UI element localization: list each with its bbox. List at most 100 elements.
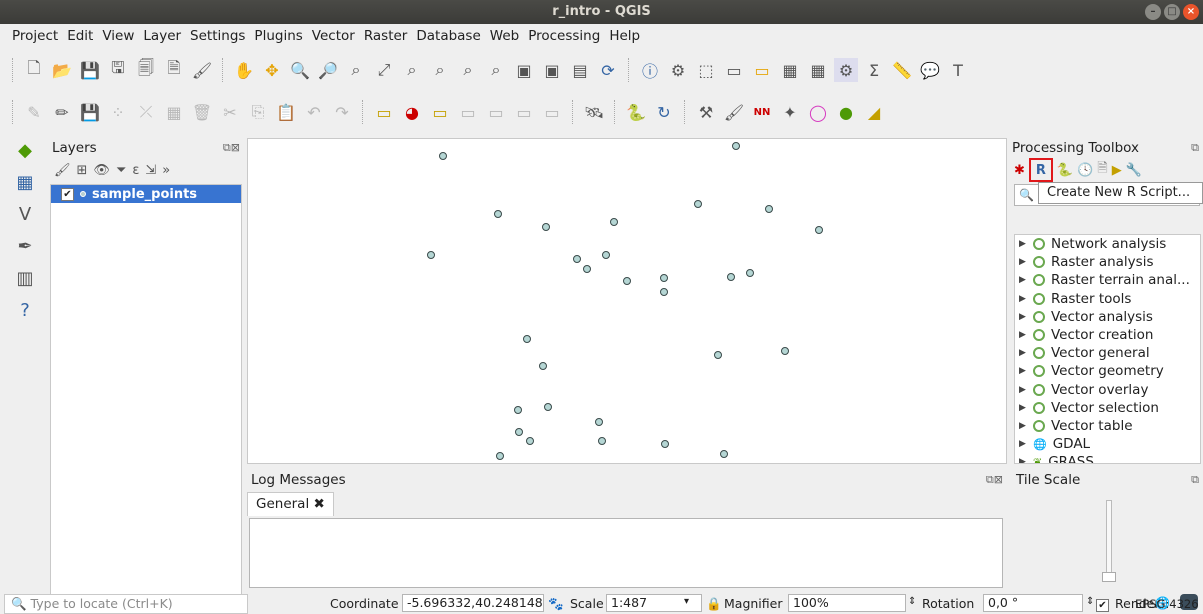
expand-arrow-icon[interactable]: ▶	[1019, 457, 1027, 463]
zoom-full-icon[interactable]: ⤢	[372, 58, 396, 82]
menu-view[interactable]: View	[102, 28, 134, 44]
identify-icon[interactable]: ⓘ	[638, 58, 662, 82]
tree-item[interactable]: ▶ Raster analysis	[1015, 253, 1200, 271]
field-calculator-icon[interactable]: ▦	[806, 58, 830, 82]
paste-icon[interactable]: 📋	[274, 100, 298, 124]
expand-arrow-icon[interactable]: ▶	[1019, 403, 1027, 413]
filter-expression-icon[interactable]: ε	[132, 163, 139, 178]
tree-item[interactable]: ▶ ❦ GRASS	[1015, 453, 1200, 463]
panel-float-icon[interactable]: ⧉	[1191, 138, 1199, 158]
expand-icon[interactable]: ⇲	[145, 163, 156, 178]
add-point-icon[interactable]: ⁘	[106, 100, 130, 124]
panel-float-close-icon[interactable]: ⧉⊠	[986, 470, 1003, 490]
toggle-editing-icon[interactable]: ✏	[50, 100, 74, 124]
style-icon[interactable]: 🖌	[54, 163, 71, 178]
layout-manager-icon[interactable]: 🗎	[162, 58, 186, 82]
plugin-circle-icon[interactable]: ●	[834, 100, 858, 124]
copy-icon[interactable]: ⎘	[246, 100, 270, 124]
modify-attributes-icon[interactable]: ▦	[162, 100, 186, 124]
tree-item[interactable]: ▶ 🌐 GDAL	[1015, 435, 1200, 453]
tree-item[interactable]: ▶ Vector analysis	[1015, 308, 1200, 326]
menu-web[interactable]: Web	[490, 28, 519, 44]
save-as-icon[interactable]: 🖫	[106, 58, 130, 82]
expand-arrow-icon[interactable]: ▶	[1019, 439, 1027, 449]
results-icon[interactable]: 🗎	[1097, 159, 1107, 181]
menu-project[interactable]: Project	[12, 28, 58, 44]
pin-labels-icon[interactable]: ▭	[428, 100, 452, 124]
add-delimited-icon[interactable]: ▥	[13, 266, 37, 290]
models-icon[interactable]: ✱	[1014, 163, 1025, 178]
locator-input[interactable]: 🔍 Type to locate (Ctrl+K)	[4, 594, 248, 614]
python-icon[interactable]: 🐍	[1057, 163, 1073, 178]
options-icon[interactable]: 🔧	[1126, 163, 1142, 178]
action-icon[interactable]: ⚙	[666, 58, 690, 82]
python-console-icon[interactable]: 🐍	[624, 100, 648, 124]
minimize-icon[interactable]: –	[1145, 4, 1161, 20]
expand-arrow-icon[interactable]: ▶	[1019, 366, 1027, 376]
close-icon[interactable]: ×	[1183, 4, 1199, 20]
menu-vector[interactable]: Vector	[312, 28, 355, 44]
tree-item[interactable]: ▶ Vector creation	[1015, 326, 1200, 344]
map-tips-icon[interactable]: 💬	[918, 58, 942, 82]
tree-item[interactable]: ▶ Raster terrain anal...	[1015, 271, 1200, 289]
create-r-script-button[interactable]: R	[1028, 158, 1053, 182]
menu-database[interactable]: Database	[416, 28, 480, 44]
new-3d-view-icon[interactable]: ▣	[540, 58, 564, 82]
show-hide-labels-icon[interactable]: ▭	[456, 100, 480, 124]
style-manager-icon[interactable]: 🖌	[190, 58, 214, 82]
zoom-to-layer-icon[interactable]: ⌕	[428, 58, 452, 82]
open-project-icon[interactable]: 📂	[50, 58, 74, 82]
undo-icon[interactable]: ↶	[302, 100, 326, 124]
move-label-icon[interactable]: ▭	[484, 100, 508, 124]
help-icon[interactable]: ?	[13, 298, 37, 322]
rotate-label-icon[interactable]: ▭	[512, 100, 536, 124]
more-icon[interactable]: »	[162, 163, 170, 178]
history-icon[interactable]: 🕓	[1077, 163, 1093, 178]
visibility-icon[interactable]: 👁	[93, 163, 110, 178]
save-project-icon[interactable]: 💾	[78, 58, 102, 82]
toolbar-handle[interactable]	[12, 58, 14, 82]
render-checkbox[interactable]: ✔	[1096, 596, 1109, 612]
tree-item[interactable]: ▶ Raster tools	[1015, 290, 1200, 308]
deselect-icon[interactable]: ▭	[722, 58, 746, 82]
new-print-layout-icon[interactable]: 🗐	[134, 58, 158, 82]
delete-selected-icon[interactable]: 🗑	[190, 100, 214, 124]
menu-plugins[interactable]: Plugins	[254, 28, 302, 44]
processing-toolbox-icon[interactable]: ⚙	[834, 58, 858, 82]
bos-icon[interactable]: ◢	[862, 100, 886, 124]
expand-arrow-icon[interactable]: ▶	[1019, 348, 1027, 358]
layer-item[interactable]: ✔ sample_points	[51, 185, 241, 203]
zoom-out-icon[interactable]: 🔎	[316, 58, 340, 82]
add-vector-icon[interactable]: V	[13, 202, 37, 226]
menu-processing[interactable]: Processing	[528, 28, 600, 44]
pan-icon[interactable]: ✋	[232, 58, 256, 82]
menu-raster[interactable]: Raster	[364, 28, 408, 44]
attribute-table-icon[interactable]: ▦	[778, 58, 802, 82]
save-edits-icon[interactable]: 💾	[78, 100, 102, 124]
add-group-icon[interactable]: ⊞	[77, 163, 88, 178]
crs-label[interactable]: EPSG:4326	[1135, 597, 1199, 611]
toolbar-handle[interactable]	[12, 100, 14, 124]
rotation-stepper[interactable]: ⇕	[1086, 596, 1094, 607]
magnifier-stepper[interactable]: ⇕	[908, 596, 916, 607]
edit-features-icon[interactable]: ▶	[1112, 163, 1122, 178]
plugin-ring-icon[interactable]: ◯	[806, 100, 830, 124]
statistics-icon[interactable]: Σ	[862, 58, 886, 82]
expand-arrow-icon[interactable]: ▶	[1019, 239, 1027, 249]
zoom-native-icon[interactable]: ⌕	[344, 58, 368, 82]
current-edits-icon[interactable]: ✎	[22, 100, 46, 124]
text-annotation-icon[interactable]: T	[946, 58, 970, 82]
plugin-bug-icon[interactable]: ✦	[778, 100, 802, 124]
layer-diagram-icon[interactable]: ◕	[400, 100, 424, 124]
map-canvas[interactable]	[247, 138, 1007, 464]
menu-layer[interactable]: Layer	[143, 28, 181, 44]
plugin-reload-icon[interactable]: ↻	[652, 100, 676, 124]
lock-icon[interactable]: 🔒	[706, 596, 722, 612]
tree-item[interactable]: ▶ Network analysis	[1015, 235, 1200, 253]
new-map-view-icon[interactable]: ▣	[512, 58, 536, 82]
nnjoin-icon[interactable]: NN	[750, 100, 774, 124]
expand-arrow-icon[interactable]: ▶	[1019, 385, 1027, 395]
zoom-to-selection-icon[interactable]: ⌕	[400, 58, 424, 82]
magnifier-field[interactable]: 100%	[788, 594, 906, 612]
pan-to-selection-icon[interactable]: ✥	[260, 58, 284, 82]
